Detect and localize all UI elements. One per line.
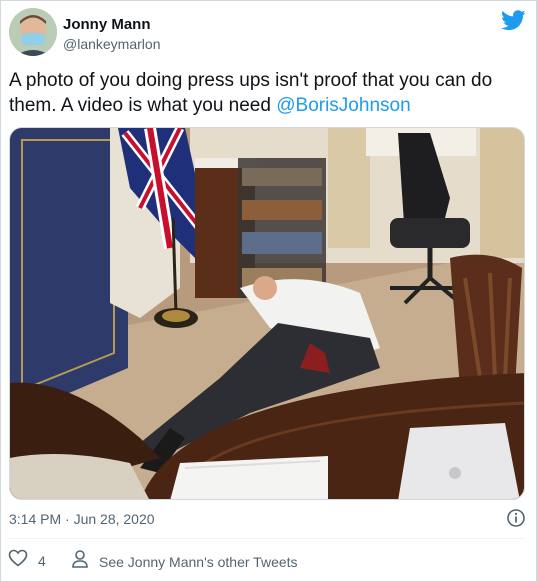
heart-icon: [8, 549, 28, 572]
tweet-timestamp[interactable]: 3:14 PM · Jun 28, 2020: [9, 511, 155, 527]
tweet-photo[interactable]: [9, 127, 525, 500]
mention-link[interactable]: @BorisJohnson: [276, 95, 410, 116]
twitter-bird-icon[interactable]: [501, 10, 526, 31]
tweet-text: A photo of you doing press ups isn't pro…: [9, 68, 529, 118]
avatar[interactable]: [9, 8, 57, 56]
author-handle[interactable]: @lankeymarlon: [63, 36, 160, 52]
tweet-card: Jonny Mann @lankeymarlon A photo of you …: [0, 0, 537, 582]
person-icon: [71, 549, 89, 574]
divider: [9, 538, 525, 539]
like-button[interactable]: 4: [8, 549, 46, 572]
other-tweets-link[interactable]: See Jonny Mann's other Tweets: [71, 549, 298, 574]
tweet-body: A photo of you doing press ups isn't pro…: [9, 70, 493, 116]
other-tweets-text: See Jonny Mann's other Tweets: [99, 553, 298, 570]
like-count: 4: [38, 552, 46, 569]
info-icon[interactable]: [506, 508, 526, 528]
author-name[interactable]: Jonny Mann: [63, 16, 151, 33]
